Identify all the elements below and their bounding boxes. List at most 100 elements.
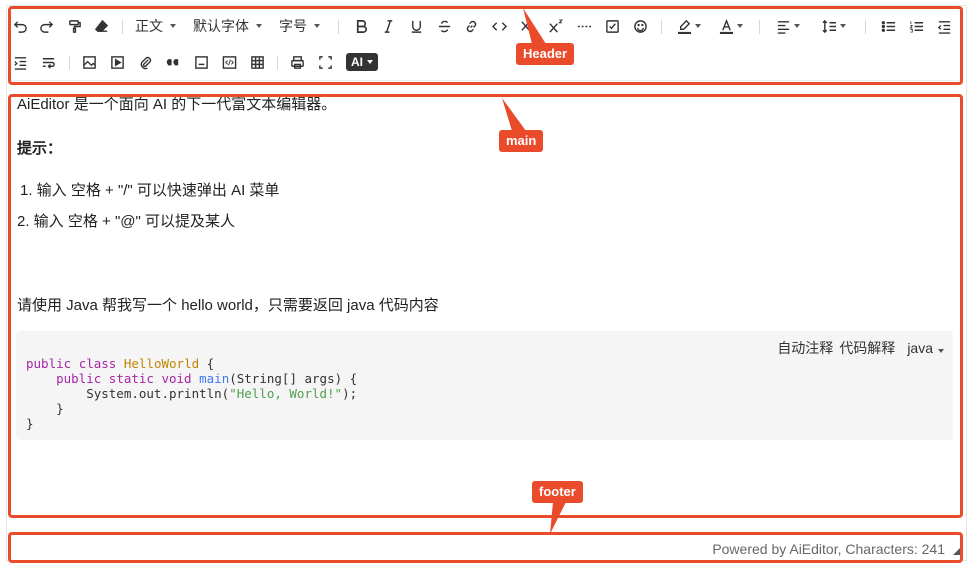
link-button[interactable]: [462, 14, 480, 38]
video-button[interactable]: [108, 50, 126, 74]
font-family-select-label: 默认字体: [193, 18, 249, 34]
divider-button[interactable]: [575, 14, 593, 38]
image-button[interactable]: [80, 50, 98, 74]
paragraph-select[interactable]: 正文: [135, 14, 176, 38]
toolbar-separator: [277, 56, 278, 70]
chevron-down-icon: [737, 24, 743, 28]
indent-button[interactable]: [11, 50, 29, 74]
intro-paragraph: AiEditor 是一个面向 AI 的下一代富文本编辑器。: [17, 96, 337, 113]
code-block[interactable]: 自动注释 代码解释 java public class HelloWorld {…: [16, 331, 953, 440]
align-left-icon: [777, 20, 790, 34]
ordered-list-icon: [909, 20, 923, 33]
chevron-down-icon: [367, 60, 373, 64]
header-annotation-label: Header: [516, 43, 575, 65]
chevron-down-icon: [794, 24, 800, 28]
fullscreen-icon: [318, 55, 332, 69]
ai-menu-button[interactable]: AI: [346, 53, 378, 71]
tip-heading: 提示：: [17, 140, 63, 157]
aieditor-page: 正文 默认字体 字号 AI AiEditor 是一个面向 AI 的下一代富文本编…: [0, 0, 973, 567]
line-height-button[interactable]: [818, 14, 850, 38]
ordered-list-button[interactable]: [907, 14, 925, 38]
link-icon: [466, 20, 476, 32]
toolbar-separator: [661, 20, 662, 34]
quote-icon: [166, 58, 178, 65]
quote-button[interactable]: [164, 50, 182, 74]
horizontal-rule-icon: [577, 25, 591, 27]
format-painter-button[interactable]: [65, 14, 83, 38]
redo-button[interactable]: [37, 14, 55, 38]
code-block-icon: [222, 55, 236, 69]
code-block-button[interactable]: [220, 50, 238, 74]
print-button[interactable]: [288, 50, 306, 74]
highlight-color-button[interactable]: [673, 14, 705, 38]
chevron-down-icon: [840, 24, 846, 28]
font-color-button[interactable]: [715, 14, 747, 38]
undo-button[interactable]: [11, 14, 29, 38]
toolbar-row-1: 正文 默认字体 字号: [9, 11, 962, 41]
editor-frame: [6, 5, 967, 561]
underline-button[interactable]: [407, 14, 425, 38]
code-content[interactable]: public class HelloWorld { public static …: [26, 356, 357, 431]
attachment-button[interactable]: [136, 50, 154, 74]
table-icon: [250, 55, 264, 69]
emoji-button[interactable]: [631, 14, 649, 38]
inline-code-button[interactable]: [490, 14, 508, 38]
subscript-icon: [520, 20, 535, 34]
checkbox-icon: [605, 19, 619, 33]
underline-icon: [411, 20, 421, 33]
bold-icon: [356, 19, 367, 33]
font-size-select-label: 字号: [279, 18, 307, 34]
subscript-button[interactable]: [518, 14, 536, 38]
italic-icon: [384, 19, 392, 33]
undo-icon: [13, 20, 27, 33]
bullet-list-button[interactable]: [879, 14, 897, 38]
toolbar-divider: [9, 80, 962, 81]
list-item: 1. 输入 空格 + "/" 可以快速弹出 AI 菜单: [20, 182, 280, 199]
footer-annotation-label: footer: [532, 481, 583, 503]
superscript-button[interactable]: [546, 14, 564, 38]
bullet-list-icon: [881, 20, 895, 32]
redo-icon: [39, 20, 53, 33]
strikethrough-button[interactable]: [435, 14, 453, 38]
chevron-down-icon: [170, 24, 176, 28]
font-family-select[interactable]: 默认字体: [193, 14, 262, 38]
italic-button[interactable]: [379, 14, 397, 38]
chevron-down-icon: [695, 24, 701, 28]
chevron-down-icon: [938, 349, 944, 353]
container-button[interactable]: [192, 50, 210, 74]
image-icon: [82, 55, 96, 69]
toolbar-separator: [759, 20, 760, 34]
align-button[interactable]: [772, 14, 804, 38]
code-explain-button[interactable]: 代码解释: [839, 338, 895, 358]
footer-status: Powered by AiEditor, Characters: 241: [712, 541, 945, 557]
task-list-button[interactable]: [603, 14, 621, 38]
main-annotation-label: main: [499, 130, 544, 152]
outdent-icon: [937, 20, 950, 34]
toolbar-separator: [122, 20, 123, 34]
language-select-label: java: [907, 340, 933, 356]
container-icon: [194, 55, 208, 69]
resize-handle-icon[interactable]: [953, 548, 960, 555]
paperclip-icon: [140, 56, 151, 69]
font-color-icon: [719, 18, 734, 34]
footer-divider: [9, 532, 962, 533]
video-icon: [110, 55, 124, 69]
format-painter-icon: [68, 19, 81, 33]
toolbar-separator: [69, 56, 70, 70]
code-icon: [491, 21, 507, 31]
smiley-icon: [633, 19, 647, 33]
chevron-down-icon: [314, 24, 320, 28]
auto-comment-button[interactable]: 自动注释: [777, 338, 833, 358]
language-select[interactable]: java: [901, 340, 944, 356]
clear-format-button[interactable]: [92, 14, 110, 38]
fullscreen-button[interactable]: [316, 50, 334, 74]
toolbar-separator: [338, 20, 339, 34]
prompt-paragraph: 请使用 Java 帮我写一个 hello world，只需要返回 java 代码…: [17, 297, 439, 314]
outdent-button[interactable]: [935, 14, 953, 38]
table-button[interactable]: [248, 50, 266, 74]
ai-menu-label: AI: [351, 55, 363, 69]
chevron-down-icon: [256, 24, 262, 28]
break-button[interactable]: [39, 50, 57, 74]
font-size-select[interactable]: 字号: [279, 14, 320, 38]
bold-button[interactable]: [352, 14, 370, 38]
